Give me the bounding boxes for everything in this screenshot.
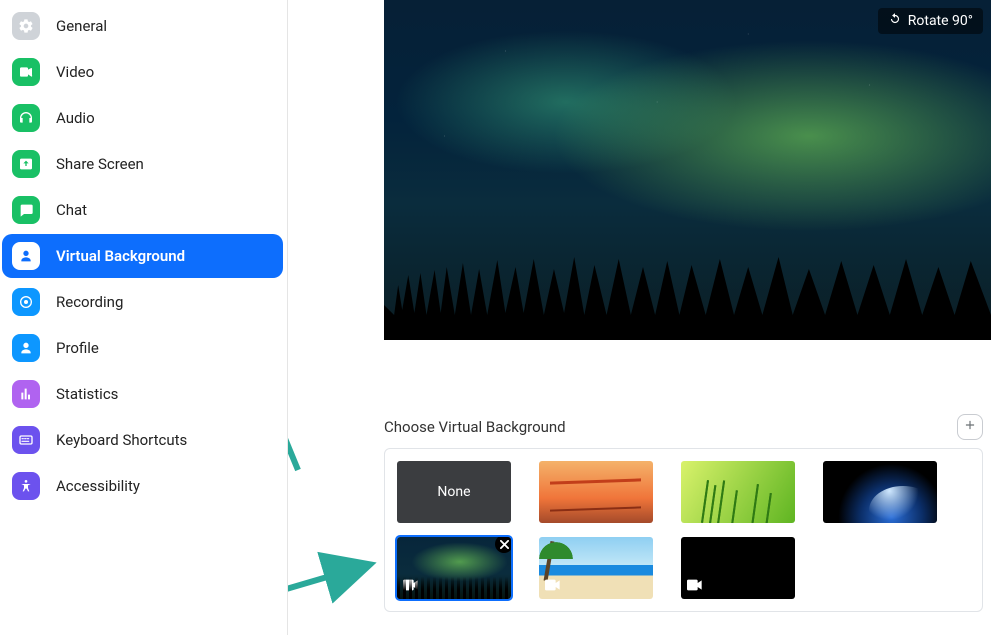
sidebar-item-virtual-background[interactable]: Virtual Background	[2, 234, 283, 278]
video-badge-icon	[545, 576, 561, 595]
add-background-button[interactable]	[957, 414, 983, 440]
background-option-earth[interactable]	[823, 461, 937, 523]
sidebar-item-label: Profile	[56, 339, 273, 357]
sidebar-item-label: Virtual Background	[56, 247, 273, 265]
preview-trees-silhouette	[384, 245, 991, 340]
sidebar-item-general[interactable]: General	[2, 4, 283, 48]
sidebar-item-label: Share Screen	[56, 155, 273, 173]
sidebar-item-video[interactable]: Video	[2, 50, 283, 94]
sidebar-item-label: Chat	[56, 201, 273, 219]
sidebar-item-label: Statistics	[56, 385, 273, 403]
recording-icon	[12, 288, 40, 316]
sidebar-item-label: Video	[56, 63, 273, 81]
rotate-label: Rotate 90°	[908, 13, 973, 29]
background-option-grass[interactable]	[681, 461, 795, 523]
profile-icon	[12, 334, 40, 362]
rotate-icon	[888, 12, 902, 30]
keyboard-icon	[12, 426, 40, 454]
choose-background-header: Choose Virtual Background	[384, 414, 983, 440]
background-preview: Rotate 90°	[384, 0, 991, 340]
video-icon	[12, 58, 40, 86]
sidebar-item-audio[interactable]: Audio	[2, 96, 283, 140]
gear-icon	[12, 12, 40, 40]
remove-background-button[interactable]	[495, 537, 511, 553]
background-option-beach[interactable]	[539, 537, 653, 599]
background-option-none[interactable]: None	[397, 461, 511, 523]
sidebar-item-statistics[interactable]: Statistics	[2, 372, 283, 416]
choose-background-title: Choose Virtual Background	[384, 418, 566, 436]
statistics-icon	[12, 380, 40, 408]
sidebar-item-label: Keyboard Shortcuts	[56, 431, 273, 449]
sidebar-item-label: General	[56, 17, 273, 35]
none-label: None	[437, 484, 470, 500]
sidebar-item-keyboard-shortcuts[interactable]: Keyboard Shortcuts	[2, 418, 283, 462]
sidebar-item-recording[interactable]: Recording	[2, 280, 283, 324]
share-screen-icon	[12, 150, 40, 178]
background-thumbnails: None	[384, 448, 983, 612]
sidebar-item-chat[interactable]: Chat	[2, 188, 283, 232]
sidebar-item-accessibility[interactable]: Accessibility	[2, 464, 283, 508]
video-badge-icon	[687, 576, 703, 595]
accessibility-icon	[12, 472, 40, 500]
plus-icon	[963, 418, 977, 436]
chat-icon	[12, 196, 40, 224]
sidebar-item-share-screen[interactable]: Share Screen	[2, 142, 283, 186]
background-option-aurora[interactable]	[397, 537, 511, 599]
rotate-90-button[interactable]: Rotate 90°	[878, 8, 983, 34]
background-option-black[interactable]	[681, 537, 795, 599]
virtual-background-icon	[12, 242, 40, 270]
video-badge-icon	[403, 576, 419, 595]
settings-sidebar: General Video Audio Share Screen Chat	[0, 0, 288, 635]
sidebar-item-label: Recording	[56, 293, 273, 311]
headphones-icon	[12, 104, 40, 132]
sidebar-item-label: Audio	[56, 109, 273, 127]
sidebar-item-profile[interactable]: Profile	[2, 326, 283, 370]
sidebar-item-label: Accessibility	[56, 477, 273, 495]
main-panel: Rotate 90° Choose Virtual Background Non…	[288, 0, 991, 635]
background-option-bridge[interactable]	[539, 461, 653, 523]
